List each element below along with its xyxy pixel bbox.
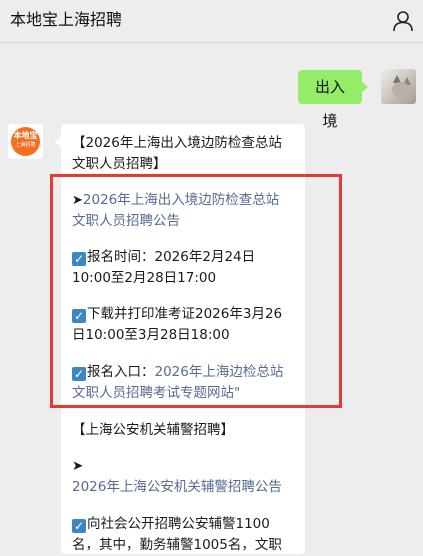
cat-face — [392, 82, 410, 98]
registration-time: ✓ 报名时间：2026年2月24日 — [72, 249, 256, 266]
recruitment-info: 名，其中，勤务辅警1005名，文职 — [72, 537, 282, 553]
admission-ticket: 日10:00至3月28日18:00 — [72, 327, 230, 343]
section-title: 【2026年上海出入境边防检查总站 — [72, 135, 282, 151]
admission-ticket: ✓ 下载并打印准考证2026年3月26 — [72, 306, 283, 323]
checkbox-icon: ✓ — [72, 519, 86, 533]
outgoing-bubble[interactable]: 出入境 — [298, 70, 368, 130]
entry-link[interactable]: 文职人员招聘考试专题网站" — [72, 383, 240, 404]
bot-avatar[interactable]: 本地宝 上海招聘 — [8, 124, 43, 159]
entry-link[interactable]: 2026年上海边检总站 — [155, 364, 284, 380]
registration-time: 10:00至2月28日17:00 — [72, 270, 217, 286]
chat-title: 本地宝上海招聘 — [10, 10, 123, 29]
arrow-icon: ➤ — [72, 458, 84, 474]
checkbox-icon: ✓ — [72, 252, 86, 266]
outgoing-message: 出入境 — [298, 70, 368, 130]
top-bar: 本地宝上海招聘 — [0, 0, 423, 43]
avatar-logo-subtext: 上海招聘 — [15, 142, 36, 148]
registration-entry: ✓ 报名入口：2026年上海边检总站 — [72, 364, 284, 381]
user-icon[interactable] — [391, 9, 415, 33]
recruitment-info: ✓ 向社会公开招聘公安辅警1100 — [72, 516, 270, 533]
checkbox-icon: ✓ — [72, 367, 86, 381]
section-title: 【上海公安机关辅警招聘】 — [72, 422, 234, 438]
announcement-link[interactable]: 2026年上海公安机关辅警招聘公告 — [72, 477, 282, 498]
avatar-logo-text: 本地宝 — [13, 131, 38, 140]
checkbox-icon: ✓ — [72, 309, 86, 323]
section-title: 文职人员招聘】 — [72, 156, 167, 172]
announcement-link[interactable]: ➤2026年上海出入境边防检查总站 — [72, 190, 279, 211]
arrow-icon: ➤ — [72, 193, 83, 208]
my-avatar[interactable] — [381, 69, 416, 104]
announcement-link[interactable]: 文职人员招聘公告 — [72, 211, 180, 232]
